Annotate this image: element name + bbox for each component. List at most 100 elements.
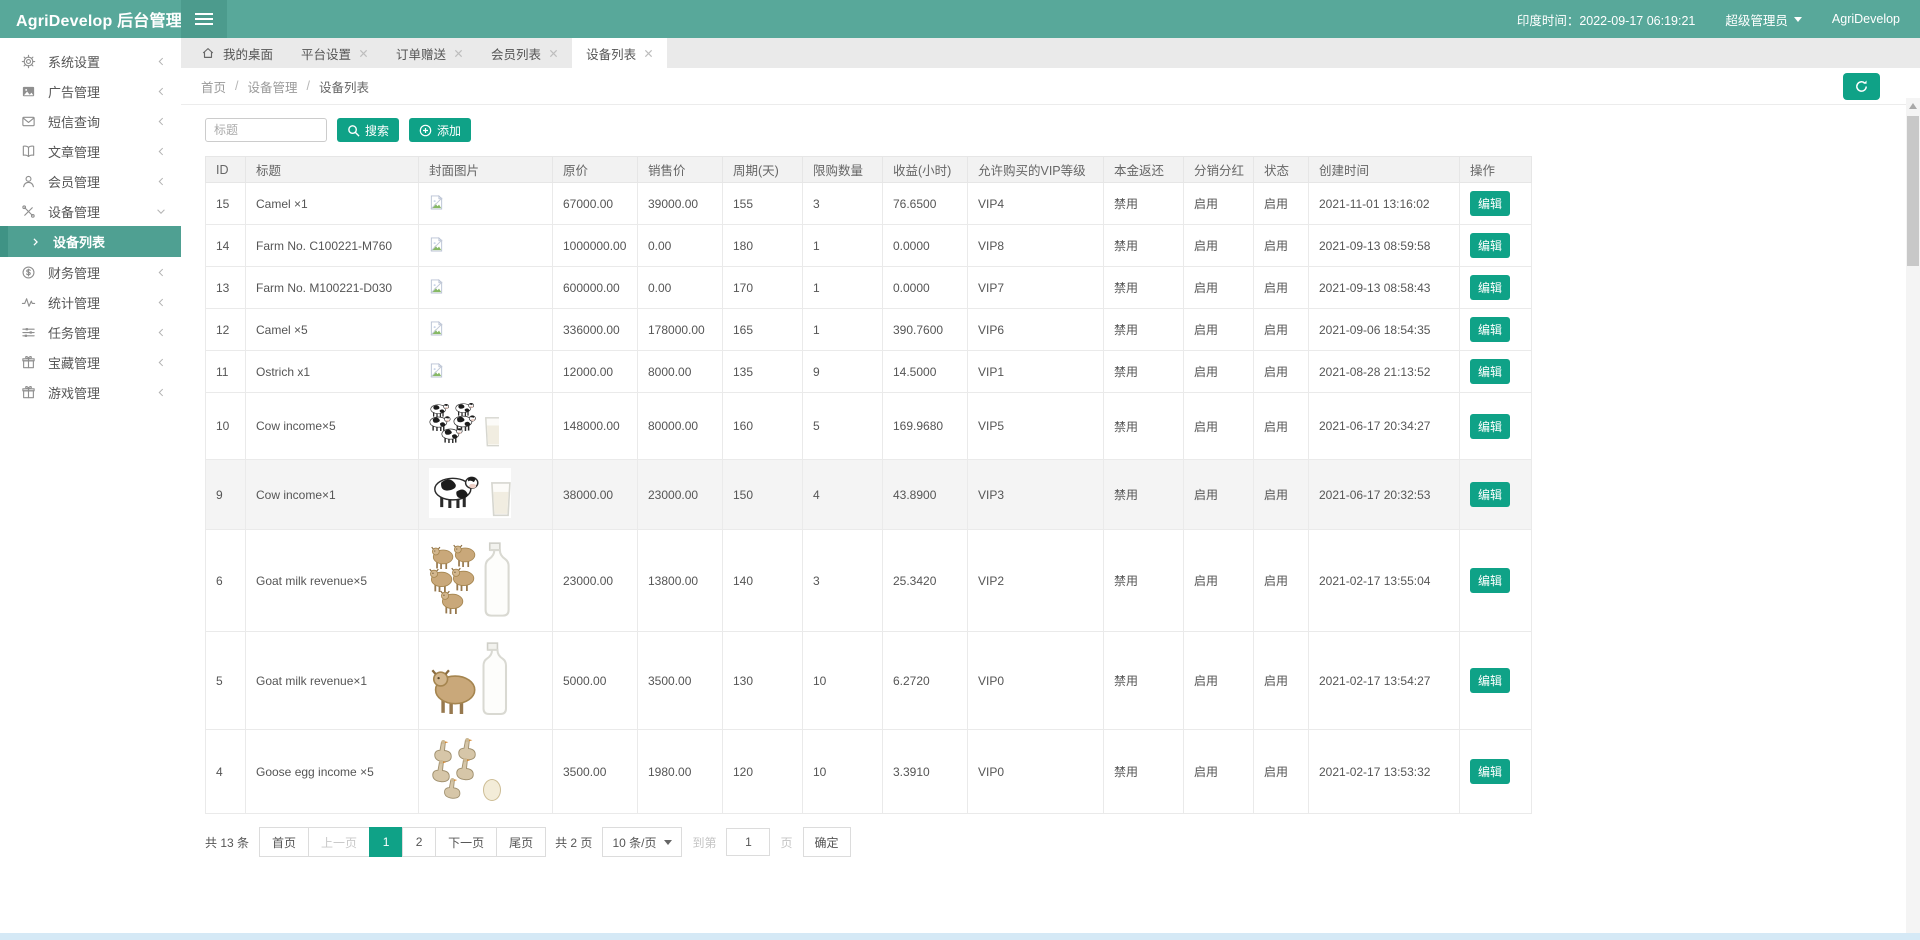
page-number-button[interactable]: 1 <box>369 827 403 857</box>
cell-id: 6 <box>206 530 246 632</box>
breadcrumb-item[interactable]: 设备管理 <box>248 77 298 96</box>
cell-status: 启用 <box>1254 267 1309 309</box>
tab-label: 设备列表 <box>586 44 636 63</box>
sidebar-item-user[interactable]: 会员管理 <box>0 166 181 196</box>
arrow-up-icon <box>1909 103 1917 109</box>
cell-distribution: 启用 <box>1184 460 1254 530</box>
role-dropdown[interactable]: 超级管理员 <box>1725 10 1802 29</box>
cell-period-days: 180 <box>723 225 803 267</box>
tab-active[interactable]: 设备列表 <box>572 38 667 68</box>
device-table-body: 15Camel ×167000.0039000.00155376.6500VIP… <box>206 183 1532 814</box>
cell-title: Goose egg income ×5 <box>246 730 419 814</box>
refresh-button[interactable] <box>1843 73 1880 100</box>
edit-button[interactable]: 编辑 <box>1470 317 1510 342</box>
cell-actions: 编辑 <box>1460 632 1532 730</box>
caret-down-icon <box>1794 17 1802 22</box>
chevron-down-icon <box>155 205 167 218</box>
next-page-button[interactable]: 下一页 <box>435 827 497 857</box>
role-label: 超级管理员 <box>1725 10 1788 29</box>
tab-bar: 我的桌面平台设置订单赠送 会员列表设备列表 <box>181 38 1920 68</box>
breadcrumb-item[interactable]: 首页 <box>201 77 226 96</box>
column-header: 状态 <box>1254 157 1309 183</box>
scroll-up-button[interactable] <box>1906 98 1920 113</box>
sidebar-item-gift[interactable]: 游戏管理 <box>0 377 181 407</box>
edit-button[interactable]: 编辑 <box>1470 191 1510 216</box>
cell-actions: 编辑 <box>1460 309 1532 351</box>
close-icon[interactable] <box>644 49 653 58</box>
breadcrumb: 首页/设备管理/设备列表 <box>201 77 369 96</box>
cell-principal-return: 禁用 <box>1104 225 1184 267</box>
close-icon[interactable] <box>454 49 463 58</box>
cell-status: 启用 <box>1254 632 1309 730</box>
account-name[interactable]: AgriDevelop <box>1832 12 1900 26</box>
edit-button[interactable]: 编辑 <box>1470 759 1510 784</box>
chevron-left-icon <box>155 115 167 128</box>
column-header: 限购数量 <box>803 157 883 183</box>
sidebar: 系统设置广告管理短信查询文章管理会员管理设备管理设备列表财务管理统计管理任务管理… <box>0 38 181 940</box>
sidebar-item-book[interactable]: 文章管理 <box>0 136 181 166</box>
cell-sale-price: 13800.00 <box>638 530 723 632</box>
page-number-button[interactable]: 2 <box>402 827 436 857</box>
goto-prefix-label: 到第 <box>692 834 716 851</box>
cell-cover-image <box>419 309 553 351</box>
tab-item[interactable]: 平台设置 <box>287 38 382 68</box>
cell-id: 5 <box>206 632 246 730</box>
confirm-button[interactable]: 确定 <box>803 827 851 857</box>
edit-button[interactable]: 编辑 <box>1470 359 1510 384</box>
hamburger-icon <box>195 13 213 25</box>
cell-original-price: 1000000.00 <box>553 225 638 267</box>
cell-sale-price: 3500.00 <box>638 632 723 730</box>
cell-distribution: 启用 <box>1184 530 1254 632</box>
sidebar-item-image[interactable]: 广告管理 <box>0 76 181 106</box>
cell-status: 启用 <box>1254 225 1309 267</box>
tab-label: 订单赠送 <box>396 44 446 63</box>
sidebar-item-dollar[interactable]: 财务管理 <box>0 257 181 287</box>
per-page-select[interactable]: 10 条/页 <box>602 827 682 857</box>
cell-actions: 编辑 <box>1460 393 1532 460</box>
last-page-button[interactable]: 尾页 <box>496 827 546 857</box>
sidebar-subitem[interactable]: 设备列表 <box>0 226 181 257</box>
tab-item[interactable]: 会员列表 <box>477 38 572 68</box>
add-button[interactable]: 添加 <box>409 118 471 142</box>
close-icon[interactable] <box>359 49 368 58</box>
cell-distribution: 启用 <box>1184 225 1254 267</box>
edit-button[interactable]: 编辑 <box>1470 668 1510 693</box>
sidebar-item-gear[interactable]: 系统设置 <box>0 46 181 76</box>
search-button[interactable]: 搜索 <box>337 118 399 142</box>
sidebar-item-label: 设备管理 <box>48 202 155 221</box>
cell-sale-price: 80000.00 <box>638 393 723 460</box>
edit-button[interactable]: 编辑 <box>1470 482 1510 507</box>
cell-sale-price: 1980.00 <box>638 730 723 814</box>
cell-created-time: 2021-09-06 18:54:35 <box>1309 309 1460 351</box>
close-icon[interactable] <box>549 49 558 58</box>
cell-income-per-hour: 6.2720 <box>883 632 968 730</box>
sidebar-toggle-button[interactable] <box>181 0 227 38</box>
cell-id: 14 <box>206 225 246 267</box>
search-input[interactable] <box>205 118 327 142</box>
cell-cover-image <box>419 183 553 225</box>
edit-button[interactable]: 编辑 <box>1470 414 1510 439</box>
cell-sale-price: 39000.00 <box>638 183 723 225</box>
edit-button[interactable]: 编辑 <box>1470 233 1510 258</box>
cell-distribution: 启用 <box>1184 183 1254 225</box>
tab-item[interactable]: 订单赠送 <box>382 38 477 68</box>
goto-page-input[interactable] <box>726 828 770 856</box>
cell-id: 12 <box>206 309 246 351</box>
sidebar-item-mail[interactable]: 短信查询 <box>0 106 181 136</box>
scrollbar-track[interactable] <box>1906 98 1920 940</box>
cell-period-days: 130 <box>723 632 803 730</box>
column-header: 本金返还 <box>1104 157 1184 183</box>
first-page-button[interactable]: 首页 <box>259 827 309 857</box>
edit-button[interactable]: 编辑 <box>1470 568 1510 593</box>
tab-item[interactable]: 我的桌面 <box>187 38 287 68</box>
sidebar-item-gift[interactable]: 宝藏管理 <box>0 347 181 377</box>
scrollbar-thumb[interactable] <box>1907 116 1919 266</box>
cell-purchase-limit: 3 <box>803 183 883 225</box>
cell-purchase-limit: 10 <box>803 632 883 730</box>
sidebar-item-label: 宝藏管理 <box>48 353 155 372</box>
edit-button[interactable]: 编辑 <box>1470 275 1510 300</box>
sidebar-item-sliders[interactable]: 任务管理 <box>0 317 181 347</box>
sidebar-item-pulse[interactable]: 统计管理 <box>0 287 181 317</box>
chevron-left-icon <box>155 55 167 68</box>
sidebar-item-tools[interactable]: 设备管理 <box>0 196 181 226</box>
